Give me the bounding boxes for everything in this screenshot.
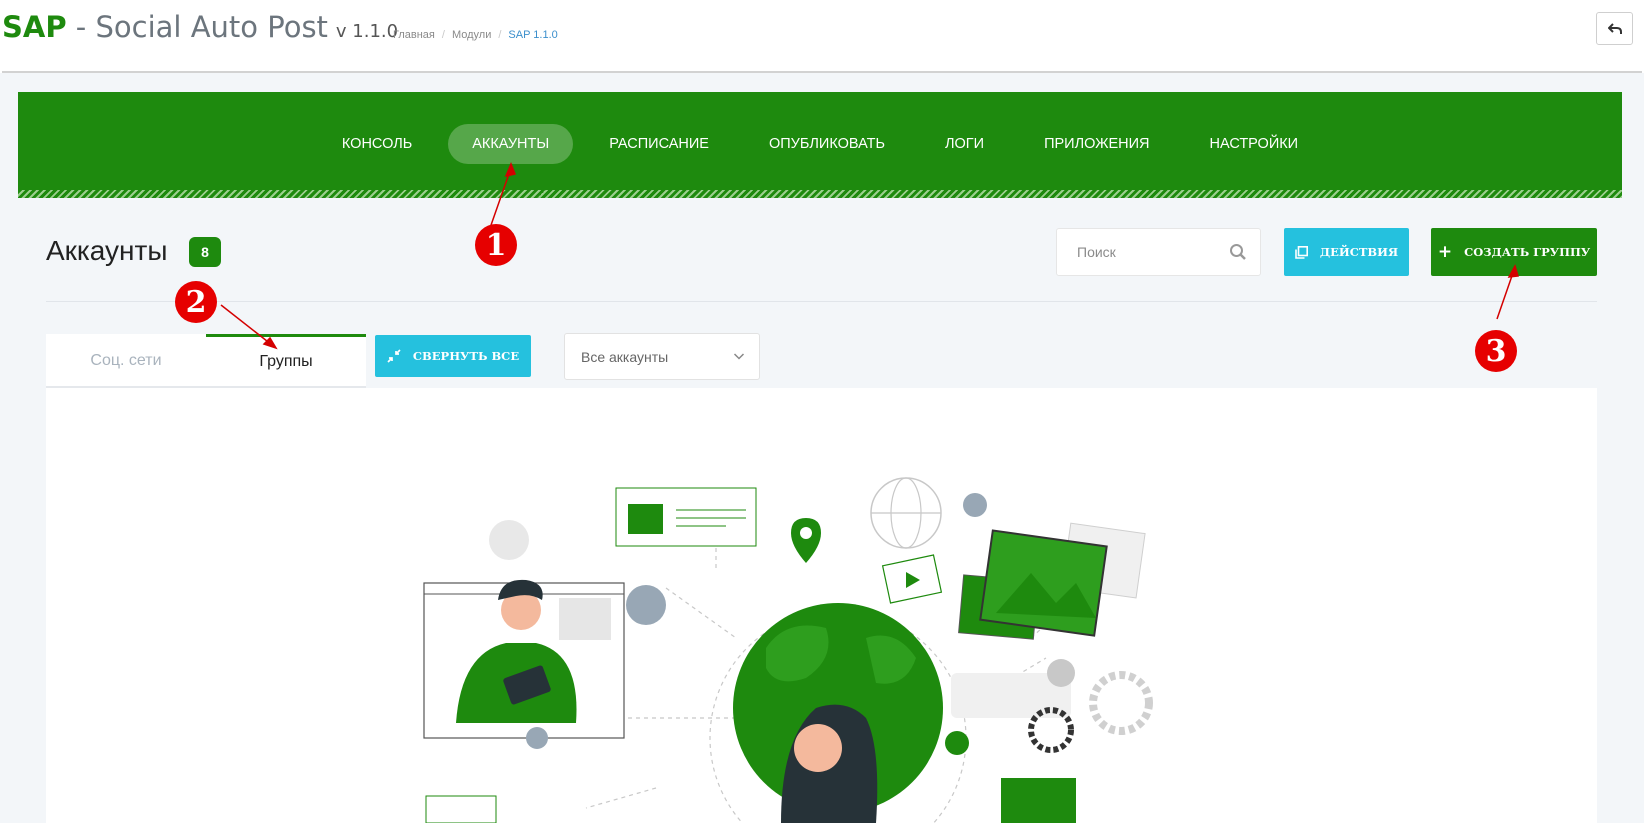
annotation-marker-3: 3 <box>1475 330 1517 372</box>
annotation-marker-2: 2 <box>175 281 217 323</box>
annotation-marker-1: 1 <box>475 224 517 266</box>
annotation-arrows <box>220 162 1519 350</box>
